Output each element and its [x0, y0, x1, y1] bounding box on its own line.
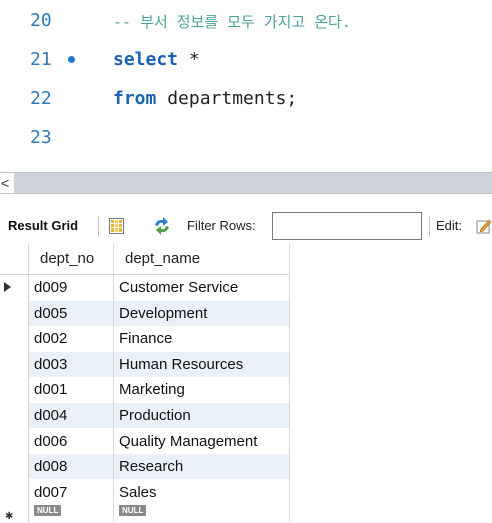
cell-dept-no[interactable]: d008 — [34, 454, 67, 479]
edit-icon[interactable] — [476, 218, 492, 234]
sql-keyword-from: from — [113, 88, 157, 109]
filter-rows-label: Filter Rows: — [187, 218, 256, 233]
column-separator — [113, 244, 114, 523]
cell-dept-no[interactable]: d007 — [34, 480, 67, 505]
sql-select-rest: * — [178, 49, 200, 70]
cell-dept-name[interactable]: Sales — [119, 480, 157, 505]
table-row[interactable]: d003 Human Resources — [28, 351, 289, 377]
refresh-icon[interactable] — [152, 217, 172, 235]
null-badge-dept-name[interactable]: NULL — [119, 505, 147, 517]
table-row[interactable]: d006 Quality Management — [28, 429, 289, 454]
cell-dept-name[interactable]: Marketing — [119, 377, 185, 402]
result-toolbar: Result Grid Filter Rows: Edit: — [0, 208, 492, 246]
row-selector[interactable] — [0, 326, 29, 352]
panel-splitter[interactable]: < — [0, 172, 492, 194]
cell-dept-no[interactable]: d006 — [34, 429, 67, 454]
row-selector[interactable] — [0, 479, 29, 505]
editor-line-21[interactable]: 21 select * — [0, 45, 492, 75]
table-row[interactable]: d004 Production — [28, 403, 289, 428]
new-row[interactable]: NULL NULL — [28, 505, 289, 523]
column-header-dept-name[interactable]: dept_name — [125, 244, 200, 274]
line-number: 21 — [30, 49, 52, 70]
cell-dept-name[interactable]: Research — [119, 454, 183, 479]
sql-comment: -- 부서 정보를 모두 가지고 온다. — [113, 13, 351, 31]
null-badge-dept-no[interactable]: NULL — [34, 505, 62, 517]
row-selector[interactable] — [0, 428, 29, 454]
cell-dept-name[interactable]: Customer Service — [119, 275, 238, 300]
cell-dept-no[interactable]: d003 — [34, 352, 67, 377]
sql-from-rest: departments; — [156, 88, 298, 109]
column-separator — [28, 244, 29, 523]
toolbar-divider — [429, 216, 430, 236]
result-grid[interactable]: dept_no dept_name d009 Customer Service d0… — [0, 244, 492, 523]
cell-dept-no[interactable]: d005 — [34, 301, 67, 326]
row-selector[interactable] — [0, 454, 29, 480]
line-number: 22 — [30, 88, 52, 109]
collapse-panel-button[interactable]: < — [0, 173, 14, 193]
row-selector[interactable] — [0, 403, 29, 428]
cell-dept-name[interactable]: Quality Management — [119, 429, 257, 454]
edit-label: Edit: — [436, 218, 463, 233]
row-selector[interactable] — [0, 300, 29, 326]
sql-editor[interactable]: 20 -- 부서 정보를 모두 가지고 온다. 21 select * 22 f… — [0, 0, 492, 170]
result-grid-tab[interactable]: Result Grid — [8, 217, 78, 235]
column-separator — [289, 244, 290, 523]
editor-line-22[interactable]: 22 from departments; — [0, 84, 492, 114]
table-row[interactable]: d001 Marketing — [28, 377, 289, 402]
grid-layout-icon[interactable] — [109, 218, 124, 234]
sql-from-clause: from departments; — [113, 84, 297, 114]
table-row[interactable]: d005 Development — [28, 300, 289, 326]
filter-rows-input[interactable] — [272, 212, 422, 240]
editor-line-23[interactable]: 23 — [0, 123, 492, 153]
line-number: 23 — [30, 127, 52, 148]
editor-line-20[interactable]: 20 -- 부서 정보를 모두 가지고 온다. — [0, 6, 492, 36]
row-selector[interactable] — [0, 351, 29, 377]
sql-select-statement: select * — [113, 45, 200, 75]
line-number: 20 — [30, 10, 52, 31]
toolbar-divider — [98, 216, 99, 236]
row-selector[interactable] — [0, 275, 29, 300]
table-row[interactable]: d002 Finance — [28, 326, 289, 351]
statement-marker-dot-icon — [68, 56, 75, 63]
cell-dept-name[interactable]: Human Resources — [119, 352, 243, 377]
column-header-dept-no[interactable]: dept_no — [40, 244, 94, 274]
cell-dept-name[interactable]: Finance — [119, 326, 172, 351]
sql-keyword-select: select — [113, 49, 179, 70]
chevron-left-icon: < — [1, 175, 10, 191]
cell-dept-name[interactable]: Production — [119, 403, 191, 428]
cell-dept-no[interactable]: d002 — [34, 326, 67, 351]
cell-dept-no[interactable]: d004 — [34, 403, 67, 428]
cell-dept-no[interactable]: d001 — [34, 377, 67, 402]
new-row-asterisk-icon: ✱ — [5, 511, 14, 523]
cell-dept-name[interactable]: Development — [119, 301, 207, 326]
table-row[interactable]: d009 Customer Service — [28, 275, 289, 300]
row-selector[interactable]: ✱ — [0, 505, 29, 523]
table-row[interactable]: d008 Research — [28, 454, 289, 480]
table-row[interactable]: d007 Sales — [28, 480, 289, 505]
current-row-arrow-icon — [4, 282, 11, 292]
cell-dept-no[interactable]: d009 — [34, 275, 67, 300]
row-selector[interactable] — [0, 377, 29, 403]
